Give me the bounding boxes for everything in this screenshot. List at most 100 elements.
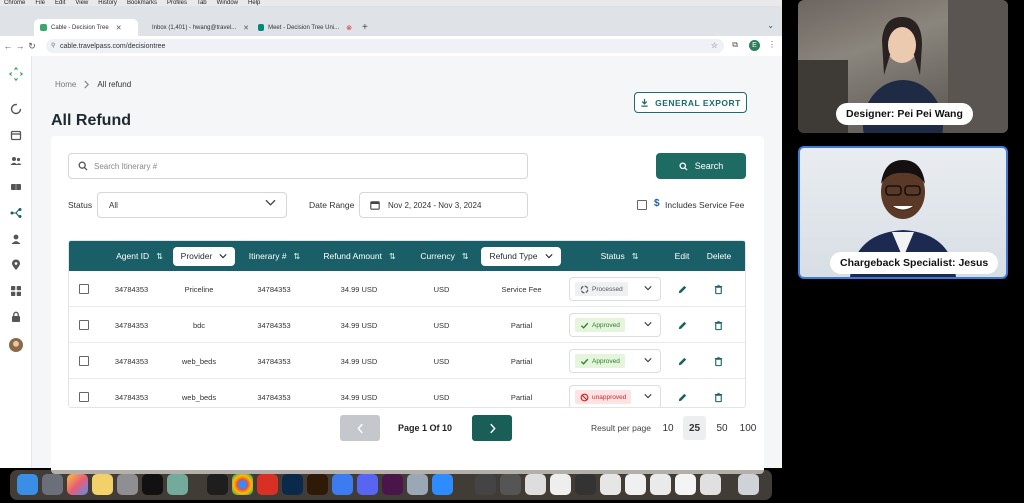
general-export-button[interactable]: GENERAL EXPORT	[634, 92, 747, 113]
browser-tab-meet[interactable]: Meet - Decision Tree Uni... ⊗	[252, 19, 358, 36]
rpp-option-10[interactable]: 10	[659, 416, 677, 440]
edit-icon[interactable]	[669, 307, 695, 343]
finder-icon[interactable]	[17, 474, 38, 495]
header-status[interactable]: Status ⇅	[579, 241, 659, 271]
chatgpt-icon[interactable]	[167, 474, 188, 495]
delete-icon[interactable]	[705, 343, 731, 379]
close-tab-icon[interactable]: ⊗	[346, 24, 352, 32]
cell-itinerary: 34784353	[257, 356, 291, 366]
photos-icon[interactable]	[67, 474, 88, 495]
sort-icon[interactable]: ⇅	[294, 252, 301, 261]
profile-avatar[interactable]: E	[749, 40, 760, 51]
delete-icon[interactable]	[705, 271, 731, 307]
edit-icon[interactable]	[669, 343, 695, 379]
sort-icon[interactable]: ⇅	[156, 252, 163, 261]
dashboard-grid-nav-icon[interactable]	[8, 283, 24, 299]
sort-icon[interactable]: ⇅	[389, 252, 396, 261]
delete-icon[interactable]	[705, 307, 731, 343]
refresh-nav-icon[interactable]	[8, 101, 24, 117]
row-checkbox[interactable]	[79, 356, 89, 366]
forward-icon[interactable]: →	[14, 41, 26, 51]
search-button[interactable]: Search	[656, 153, 746, 179]
recent-window-thumbnail[interactable]	[525, 474, 546, 495]
zoom-icon[interactable]	[432, 474, 453, 495]
app-logo-icon[interactable]	[8, 66, 24, 82]
reload-icon[interactable]: ↻	[26, 41, 38, 52]
header-refund-amount[interactable]: Refund Amount ⇅	[309, 241, 409, 271]
rpp-option-100[interactable]: 100	[737, 416, 759, 440]
notes-icon[interactable]	[92, 474, 113, 495]
recent-window-thumbnail[interactable]	[475, 474, 496, 495]
rpp-option-50[interactable]: 50	[713, 416, 731, 440]
system-settings-icon[interactable]	[117, 474, 138, 495]
recent-window-thumbnail[interactable]	[700, 474, 721, 495]
delete-icon[interactable]	[705, 379, 731, 407]
photoshop-icon[interactable]	[282, 474, 303, 495]
sort-icon[interactable]: ⇅	[462, 252, 469, 261]
location-pin-nav-icon[interactable]	[8, 257, 24, 273]
preview-icon[interactable]	[407, 474, 428, 495]
calendar-nav-icon[interactable]	[8, 127, 24, 143]
recent-window-thumbnail[interactable]	[675, 474, 696, 495]
previous-page-button[interactable]	[340, 415, 380, 441]
bookmark-star-icon[interactable]: ☆	[711, 41, 718, 50]
recent-window-thumbnail[interactable]	[575, 474, 596, 495]
back-icon[interactable]: ←	[2, 41, 14, 51]
acrobat-icon[interactable]	[257, 474, 278, 495]
recent-window-thumbnail[interactable]	[600, 474, 621, 495]
breadcrumb-home-link[interactable]: Home	[55, 80, 76, 89]
status-filter-select[interactable]: All	[97, 192, 287, 218]
discord-icon[interactable]	[357, 474, 378, 495]
slack-icon[interactable]	[382, 474, 403, 495]
service-fee-checkbox[interactable]	[637, 200, 647, 210]
address-bar[interactable]: ⚲ cable.travelpass.com/decisiontree ☆	[46, 39, 724, 53]
decision-tree-nav-icon[interactable]	[8, 205, 24, 221]
search-itinerary-input[interactable]	[68, 153, 528, 179]
refund-type-filter-pill[interactable]: Refund Type	[481, 246, 561, 266]
figma-icon[interactable]	[207, 474, 228, 495]
header-refund-type[interactable]: Refund Type	[469, 241, 573, 271]
recent-window-thumbnail[interactable]	[650, 474, 671, 495]
row-checkbox[interactable]	[79, 284, 89, 294]
sort-icon[interactable]: ⇅	[632, 252, 639, 261]
table-row: 34784353 web_beds 34784353 34.99 USD USD…	[69, 343, 745, 379]
status-dropdown[interactable]: Approved	[569, 349, 661, 373]
close-tab-icon[interactable]: ✕	[116, 24, 122, 32]
testflight-icon[interactable]	[332, 474, 353, 495]
edit-icon[interactable]	[669, 379, 695, 407]
status-dropdown[interactable]: Processed	[569, 277, 661, 301]
users-nav-icon[interactable]	[8, 153, 24, 169]
browser-tab-decision-tree[interactable]: Cable - Decision Tree ✕	[34, 19, 138, 36]
row-checkbox[interactable]	[79, 320, 89, 330]
date-range-input[interactable]: Nov 2, 2024 - Nov 3, 2024	[359, 192, 528, 218]
new-tab-button[interactable]: +	[362, 22, 368, 33]
trash-icon[interactable]	[738, 474, 759, 495]
browser-tab-inbox[interactable]: Inbox (1,401) - hwang@travel... ✕	[142, 19, 250, 36]
chrome-icon[interactable]	[232, 474, 253, 495]
site-info-icon[interactable]: ⚲	[51, 42, 55, 49]
user-avatar[interactable]	[8, 337, 24, 353]
header-provider[interactable]: Provider	[164, 241, 244, 271]
status-dropdown[interactable]: unapproved	[569, 385, 661, 407]
header-itinerary[interactable]: Itinerary # ⇅	[234, 241, 314, 271]
close-tab-icon[interactable]: ✕	[243, 24, 249, 32]
status-dropdown[interactable]: Approved	[569, 313, 661, 337]
next-page-button[interactable]	[472, 415, 512, 441]
miro-icon[interactable]	[142, 474, 163, 495]
ticket-nav-icon[interactable]	[8, 179, 24, 195]
rpp-option-25[interactable]: 25	[683, 416, 706, 440]
recent-window-thumbnail[interactable]	[550, 474, 571, 495]
edit-icon[interactable]	[669, 271, 695, 307]
launchpad-icon[interactable]	[42, 474, 63, 495]
extensions-icon[interactable]: ⧉	[732, 40, 738, 50]
tab-search-icon[interactable]: ⌄	[767, 21, 774, 30]
illustrator-icon[interactable]	[307, 474, 328, 495]
provider-filter-pill[interactable]: Provider	[172, 246, 236, 266]
lock-nav-icon[interactable]	[8, 309, 24, 325]
prohibited-icon	[580, 393, 589, 401]
person-nav-icon[interactable]	[8, 231, 24, 247]
recent-window-thumbnail[interactable]	[500, 474, 521, 495]
recent-window-thumbnail[interactable]	[625, 474, 646, 495]
row-checkbox[interactable]	[79, 392, 89, 402]
browser-menu-icon[interactable]: ⋮	[768, 40, 776, 49]
